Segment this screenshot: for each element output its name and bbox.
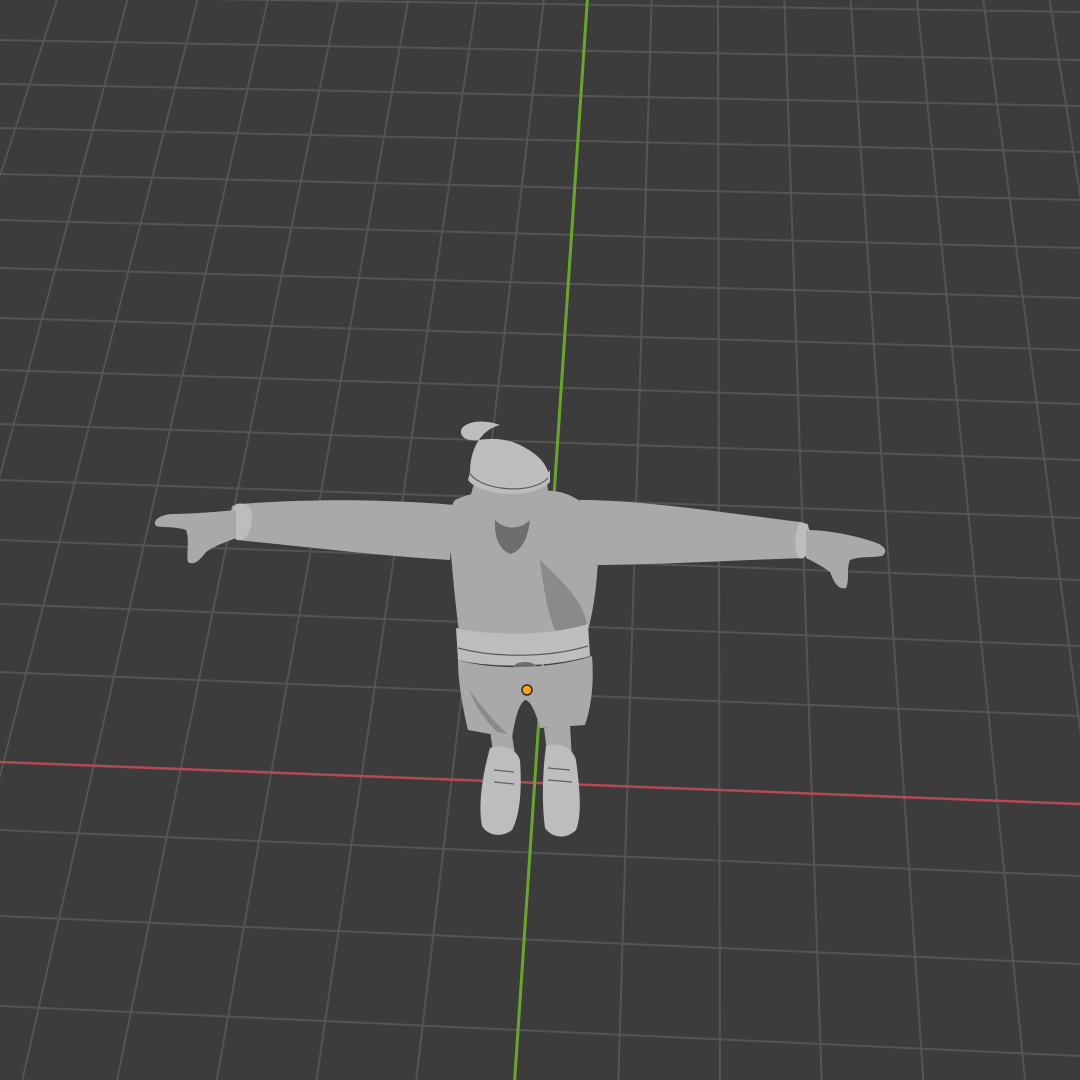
3d-viewport[interactable]	[0, 0, 1080, 1080]
viewport-canvas[interactable]	[0, 0, 1080, 1080]
object-origin-dot[interactable]	[521, 684, 533, 696]
